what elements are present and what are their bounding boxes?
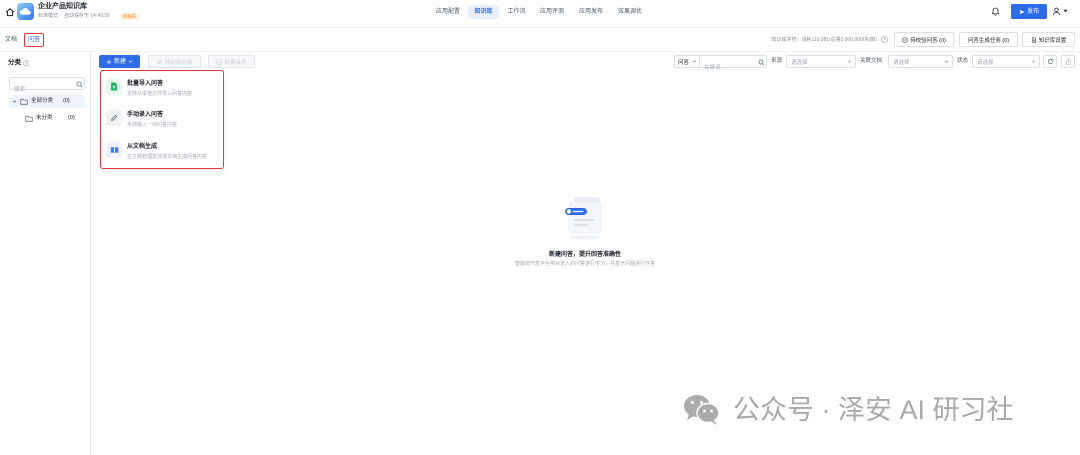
status-filter-select[interactable]: 请选择 — [972, 55, 1040, 68]
caret-down-icon — [1063, 9, 1068, 13]
tab-qa[interactable]: 问答 — [24, 33, 44, 47]
chevron-down-icon — [1031, 59, 1036, 64]
tab-documents[interactable]: 文档 — [5, 36, 17, 44]
keyword-search-field[interactable] — [699, 55, 767, 74]
watermark-text: 公众号 · 泽安 AI 研习社 — [733, 395, 1014, 425]
status-filter-label: 状态 — [957, 58, 969, 64]
empty-state-illustration — [562, 193, 608, 241]
status-badge: 待发布 — [120, 12, 139, 20]
keyword-input[interactable] — [700, 62, 766, 74]
user-icon — [1052, 7, 1061, 16]
tree-item-all-categories[interactable]: 全部分类 (0) — [9, 95, 85, 108]
search-scope-value: 问答 — [678, 59, 690, 66]
move-icon — [157, 59, 163, 65]
wechat-icon — [683, 393, 721, 426]
generation-tasks-button[interactable]: 问答生成任务 (0) — [959, 32, 1018, 47]
batch-operation-button[interactable]: 批量操作 — [208, 55, 255, 68]
menu-item-title: 手动录入问答 — [127, 112, 164, 118]
nav-tab-app-config[interactable]: 应用配置 — [432, 5, 464, 19]
related-doc-filter-label: 关联文档 — [860, 58, 883, 64]
home-icon[interactable] — [5, 7, 15, 17]
sidebar-help-icon[interactable] — [22, 60, 30, 67]
tree-item-count: (0) — [68, 115, 75, 121]
app-title: 企业产品知识库 — [38, 3, 87, 10]
review-icon — [902, 36, 908, 43]
empty-state-desc: 智能体开发平台将对录入的问答进行学习，并基于问题进行作答 — [514, 261, 655, 267]
tree-item-label: 未分类 — [36, 115, 53, 121]
book-icon — [106, 141, 122, 158]
chevron-down-icon — [847, 59, 852, 64]
kb-settings-label: 知识库设置 — [1038, 37, 1067, 44]
user-menu[interactable] — [1052, 6, 1070, 16]
menu-item-desc: 支持从本地文件导入问答内容 — [127, 90, 193, 97]
new-button-label: 新建 — [113, 58, 126, 65]
batch-operation-label: 批量操作 — [224, 59, 247, 66]
export-icon — [1065, 58, 1072, 65]
autosave-status: 自动保存于 14:49:56 — [64, 13, 110, 19]
app-logo — [17, 3, 34, 20]
usage-text: 知识库字符：消耗119,081/总量2,000,000/失效0 — [771, 37, 877, 43]
pencil-icon — [106, 109, 122, 126]
kb-settings-button[interactable]: 知识库设置 — [1022, 32, 1075, 47]
app-mode: 标准模式 — [38, 13, 59, 19]
nav-tab-app-evaluation[interactable]: 应用评测 — [536, 5, 568, 19]
help-icon[interactable] — [881, 36, 888, 43]
document-icon — [1031, 36, 1037, 43]
related-doc-filter-value: 请选择 — [893, 59, 910, 66]
pending-review-label: 待校验问答 (0) — [910, 37, 946, 44]
chevron-down-icon — [692, 59, 697, 64]
send-icon — [1019, 9, 1025, 15]
status-filter-value: 请选择 — [977, 59, 994, 66]
related-doc-filter-select[interactable]: 请选择 — [888, 55, 953, 68]
search-icon[interactable] — [76, 81, 83, 88]
move-to-category-button[interactable]: 移动到分类 — [148, 55, 201, 68]
generation-tasks-label: 问答生成任务 (0) — [967, 37, 1010, 44]
folder-icon — [25, 115, 33, 122]
category-search-input[interactable] — [10, 84, 84, 96]
bell-icon[interactable] — [991, 6, 1000, 16]
menu-item-manual-entry[interactable]: 手动录入问答 手动输入一对问答内容 — [103, 106, 221, 134]
menu-item-title: 从文档生成 — [127, 144, 158, 150]
pending-review-button[interactable]: 待校验问答 (0) — [894, 32, 954, 47]
file-upload-icon — [106, 78, 122, 95]
divider — [0, 51, 1080, 52]
menu-item-generate-from-docs[interactable]: 从文档生成 在文档管理里选择文档生成问答内容 — [103, 138, 221, 166]
checklist-icon — [216, 58, 223, 65]
export-button[interactable] — [1061, 55, 1075, 68]
chevron-down-icon[interactable] — [12, 99, 17, 104]
menu-item-batch-import[interactable]: 批量导入问答 支持从本地文件导入问答内容 — [103, 75, 221, 103]
search-icon[interactable] — [758, 59, 765, 66]
source-filter-select[interactable]: 请选择 — [786, 55, 856, 68]
refresh-icon — [1047, 58, 1054, 65]
menu-item-desc: 在文档管理里选择文档生成问答内容 — [127, 153, 208, 160]
publish-button[interactable]: 发布 — [1011, 4, 1047, 19]
tree-item-count: (0) — [63, 98, 70, 104]
nav-tab-workflow[interactable]: 工作流 — [503, 5, 530, 19]
chevron-down-icon — [944, 59, 949, 64]
nav-tab-effect-tuning[interactable]: 效果调优 — [614, 5, 646, 19]
chevron-down-icon — [128, 59, 133, 64]
source-filter-label: 来源 — [771, 58, 783, 64]
tab-qa-label: 问答 — [27, 37, 40, 43]
move-to-category-label: 移动到分类 — [164, 59, 193, 66]
sidebar-title: 分类 — [8, 59, 21, 66]
publish-label: 发布 — [1026, 8, 1039, 15]
folder-icon — [20, 98, 28, 105]
menu-item-title: 批量导入问答 — [127, 81, 164, 87]
category-search-field[interactable] — [9, 77, 85, 96]
nav-tab-knowledge-base[interactable]: 知识库 — [468, 5, 499, 19]
plus-icon — [106, 59, 112, 65]
menu-item-desc: 手动输入一对问答内容 — [127, 121, 178, 128]
tree-item-label: 全部分类 — [31, 98, 54, 104]
nav-tab-app-publish[interactable]: 应用发布 — [575, 5, 607, 19]
search-scope-select[interactable]: 问答 — [674, 55, 700, 68]
new-button[interactable]: 新建 — [99, 55, 140, 68]
tree-item-uncategorized[interactable]: 未分类 (0) — [9, 112, 85, 125]
new-dropdown-menu: 批量导入问答 支持从本地文件导入问答内容 手动录入问答 手动输入一对问答内容 从… — [100, 70, 224, 169]
empty-state-title: 新建问答，提升回答准确性 — [548, 252, 621, 258]
source-filter-value: 请选择 — [791, 59, 808, 66]
refresh-button[interactable] — [1043, 55, 1057, 68]
